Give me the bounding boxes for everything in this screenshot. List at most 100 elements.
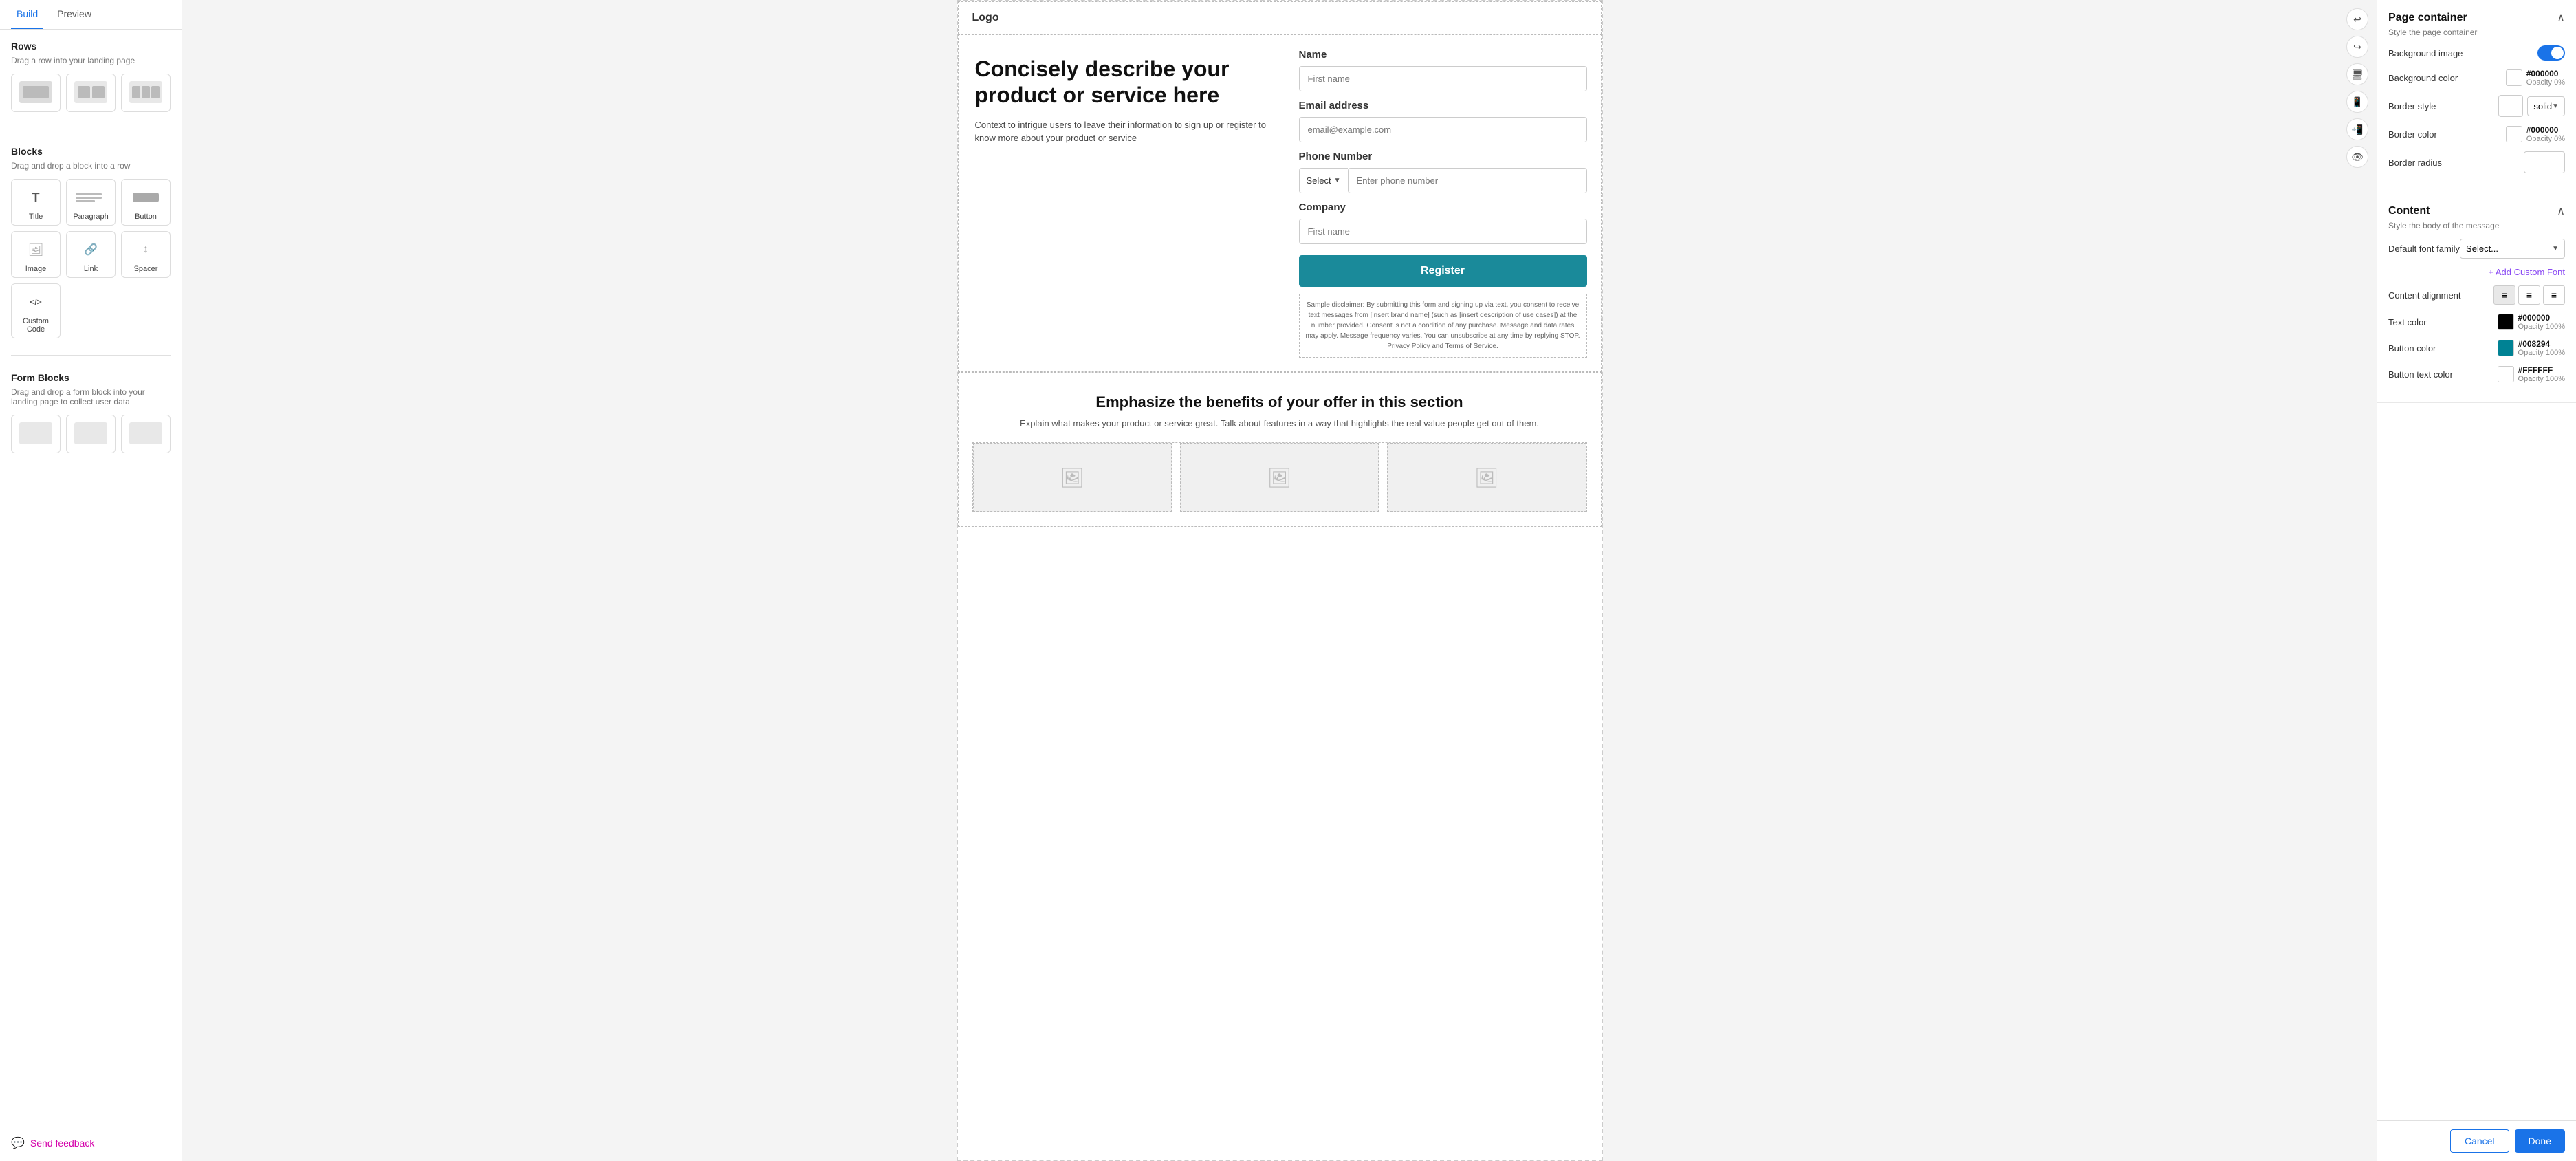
row-1col[interactable]	[11, 74, 61, 112]
row-grid	[11, 74, 171, 112]
button-text-color-preview[interactable]: #FFFFFF Opacity 100%	[2498, 365, 2565, 383]
page-container-collapse[interactable]: ∧	[2557, 11, 2565, 25]
tab-build[interactable]: Build	[11, 0, 43, 29]
block-spacer[interactable]: ↕ Spacer	[121, 231, 171, 278]
cancel-button[interactable]: Cancel	[2450, 1129, 2509, 1153]
right-panel: Page container ∧ Style the page containe…	[2377, 0, 2576, 1161]
align-right-button[interactable]: ≡	[2543, 285, 2565, 305]
button-color-preview[interactable]: #008294 Opacity 100%	[2498, 339, 2565, 357]
send-feedback-label: Send feedback	[30, 1138, 94, 1149]
row-3col[interactable]	[121, 74, 171, 112]
text-color-meta: #000000 Opacity 100%	[2518, 313, 2565, 331]
undo-button[interactable]: ↩	[2346, 8, 2368, 30]
done-button[interactable]: Done	[2515, 1129, 2565, 1153]
form-block-3[interactable]	[121, 415, 171, 453]
text-color-swatch[interactable]	[2498, 314, 2514, 330]
border-style-color-box[interactable]	[2498, 95, 2523, 117]
toggle-knob	[2551, 47, 2564, 59]
hero-title: Concisely describe your product or servi…	[975, 56, 1268, 109]
block-title[interactable]: T Title	[11, 179, 61, 226]
form-blocks-subtitle: Drag and drop a form block into your lan…	[11, 387, 171, 406]
font-family-label: Default font family	[2388, 243, 2460, 254]
feedback-icon: 💬	[11, 1136, 25, 1150]
form-block-2[interactable]	[66, 415, 116, 453]
form-email-label: Email address	[1299, 100, 1587, 111]
content-collapse[interactable]: ∧	[2557, 204, 2565, 218]
block-link[interactable]: 🔗 Link	[66, 231, 116, 278]
form-block-2-icon	[74, 422, 107, 444]
text-color-row: Text color #000000 Opacity 100%	[2388, 313, 2565, 331]
tab-preview[interactable]: Preview	[52, 0, 97, 29]
content-subtitle: Style the body of the message	[2388, 221, 2565, 230]
mobile-view-button[interactable]: 📲	[2346, 118, 2368, 140]
content-title: Content	[2388, 205, 2430, 217]
background-image-row: Background image	[2388, 45, 2565, 61]
custom-code-icon: </>	[19, 291, 52, 313]
border-color-preview[interactable]: #000000 Opacity 0%	[2506, 125, 2565, 143]
form-name-field[interactable]	[1299, 66, 1587, 91]
block-custom-code[interactable]: </> Custom Code	[11, 283, 61, 338]
add-custom-font-link[interactable]: + Add Custom Font	[2388, 267, 2565, 277]
border-style-select[interactable]: solid ▼	[2527, 96, 2565, 116]
button-text-color-hex: #FFFFFF	[2518, 365, 2565, 375]
row-2col[interactable]	[66, 74, 116, 112]
benefits-subtitle: Explain what makes your product or servi…	[972, 418, 1587, 428]
rows-subtitle: Drag a row into your landing page	[11, 56, 171, 65]
bottom-action-bar: Cancel Done	[2377, 1120, 2576, 1161]
hero-section: Concisely describe your product or servi…	[958, 34, 1602, 372]
redo-button[interactable]: ↪	[2346, 36, 2368, 58]
hide-button[interactable]: 👁	[2346, 146, 2368, 168]
border-color-swatch[interactable]	[2506, 126, 2522, 142]
phone-select-label: Select	[1307, 175, 1331, 186]
hero-form: Name Email address Phone Number Select ▼	[1285, 35, 1601, 371]
form-block-3-icon	[129, 422, 162, 444]
benefits-section: Emphasize the benefits of your offer in …	[958, 372, 1602, 527]
border-color-meta: #000000 Opacity 0%	[2526, 125, 2565, 143]
block-image[interactable]: 🖼 Image	[11, 231, 61, 278]
desktop-view-button[interactable]: 🖥	[2346, 63, 2368, 85]
form-block-1[interactable]	[11, 415, 61, 453]
background-color-swatch[interactable]	[2506, 69, 2522, 86]
align-left-button[interactable]: ≡	[2493, 285, 2515, 305]
phone-input[interactable]	[1348, 168, 1587, 193]
border-style-label: Border style	[2388, 101, 2436, 111]
border-color-hex: #000000	[2526, 125, 2565, 135]
tab-bar: Build Preview	[0, 0, 182, 30]
text-color-hex: #000000	[2518, 313, 2565, 323]
main-canvas: ↩ ↪ 🖥 📱 📲 👁 Logo Concisely describe your…	[182, 0, 2377, 1161]
register-button[interactable]: Register	[1299, 255, 1587, 287]
disclaimer-text: Sample disclaimer: By submitting this fo…	[1299, 294, 1587, 358]
paragraph-icon	[74, 186, 107, 208]
background-image-toggle[interactable]	[2537, 45, 2565, 61]
button-color-swatch[interactable]	[2498, 340, 2514, 356]
tablet-view-button[interactable]: 📱	[2346, 91, 2368, 113]
custom-code-label: Custom Code	[16, 317, 56, 334]
image-placeholder-1: 🖼	[973, 443, 1172, 512]
phone-country-select[interactable]: Select ▼	[1299, 168, 1348, 193]
form-email-field[interactable]	[1299, 117, 1587, 142]
send-feedback-button[interactable]: 💬 Send feedback	[0, 1125, 182, 1161]
form-phone-label: Phone Number	[1299, 151, 1587, 162]
block-paragraph[interactable]: Paragraph	[66, 179, 116, 226]
button-text-color-opacity: Opacity 100%	[2518, 375, 2565, 383]
form-company-field[interactable]	[1299, 219, 1587, 244]
logo-text: Logo	[972, 12, 999, 23]
blocks-title: Blocks	[11, 146, 171, 157]
border-radius-input[interactable]	[2524, 151, 2565, 173]
button-color-hex: #008294	[2518, 339, 2565, 349]
align-center-button[interactable]: ≡	[2518, 285, 2540, 305]
row-3col-icon	[129, 81, 162, 103]
page-container-subtitle: Style the page container	[2388, 28, 2565, 37]
company-input[interactable]	[1299, 219, 1587, 244]
button-text-color-swatch[interactable]	[2498, 366, 2514, 382]
name-input[interactable]	[1299, 66, 1587, 91]
button-icon	[129, 186, 162, 208]
block-button[interactable]: Button	[121, 179, 171, 226]
page-container-header: Page container ∧	[2388, 11, 2565, 25]
email-input[interactable]	[1299, 117, 1587, 142]
text-color-preview[interactable]: #000000 Opacity 100%	[2498, 313, 2565, 331]
canvas-toolbar: ↩ ↪ 🖥 📱 📲 👁	[2346, 8, 2368, 168]
button-color-opacity: Opacity 100%	[2518, 349, 2565, 357]
background-color-preview[interactable]: #000000 Opacity 0%	[2506, 69, 2565, 87]
font-family-select[interactable]: Select... ▼	[2460, 239, 2565, 259]
